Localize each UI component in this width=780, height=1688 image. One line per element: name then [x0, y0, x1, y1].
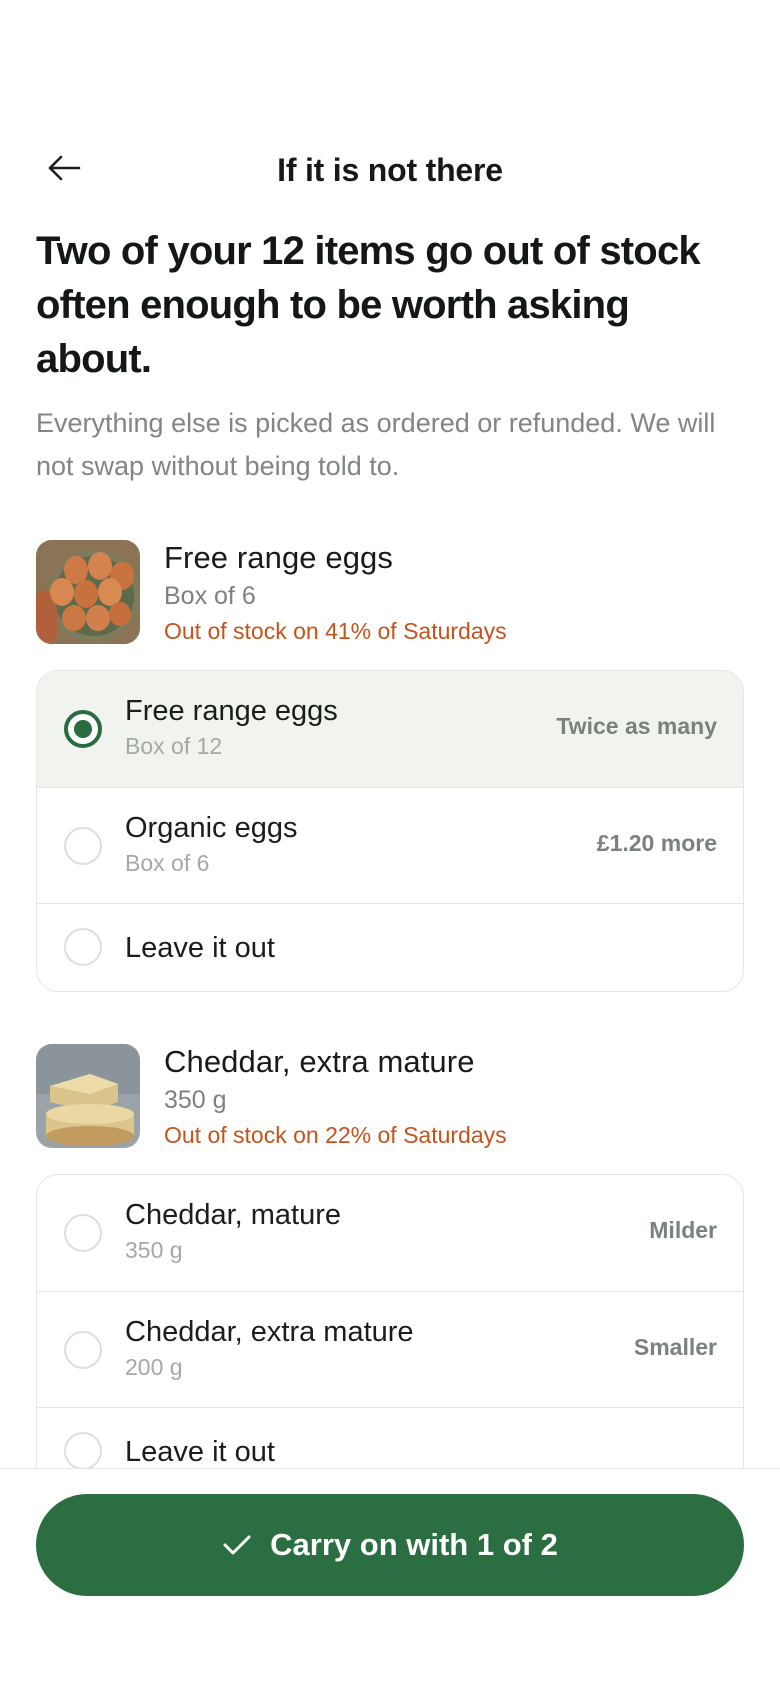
option-name: Leave it out	[125, 1436, 275, 1468]
item-header: Cheddar, extra mature 350 g Out of stock…	[36, 1044, 744, 1164]
option-organic-eggs[interactable]: Organic eggs Box of 6 £1.20 more	[37, 787, 743, 903]
radio-selected[interactable]	[64, 710, 102, 748]
option-name: Organic eggs	[125, 812, 298, 844]
check-icon	[222, 1530, 252, 1560]
top-bar: If it is not there	[0, 138, 780, 202]
option-free-range-eggs-12[interactable]: Free range eggs Box of 12 Twice as many	[37, 671, 743, 787]
cta-label: Carry on with 1 of 2	[270, 1527, 558, 1562]
option-name: Leave it out	[125, 932, 275, 964]
intro-subtext: Everything else is picked as ordered or …	[36, 408, 716, 481]
item-header: Free range eggs Box of 6 Out of stock on…	[36, 540, 744, 660]
option-note: Smaller	[633, 1334, 717, 1360]
option-cheddar-extra-mature-200[interactable]: Cheddar, extra mature 200 g Smaller	[37, 1291, 743, 1407]
eggs-photo	[36, 540, 140, 644]
option-name: Free range eggs	[125, 695, 338, 727]
item-name: Cheddar, extra mature	[164, 1044, 475, 1079]
substitute-options: Cheddar, mature 350 g Milder Cheddar, ex…	[36, 1174, 744, 1468]
option-note: Twice as many	[556, 713, 717, 739]
option-leave-it-out[interactable]: Leave it out	[37, 903, 743, 991]
radio[interactable]	[64, 1331, 102, 1369]
stock-warning: Out of stock on 41% of Saturdays	[164, 618, 507, 644]
item-eggs: Free range eggs Box of 6 Out of stock on…	[36, 540, 744, 992]
option-leave-it-out[interactable]: Leave it out	[37, 1407, 743, 1468]
radio[interactable]	[64, 928, 102, 966]
option-name: Cheddar, extra mature	[125, 1316, 414, 1348]
carry-on-button[interactable]: Carry on with 1 of 2	[36, 1494, 744, 1596]
scroll-area[interactable]: If it is not there Two of your 12 items …	[0, 0, 780, 1468]
option-cheddar-mature[interactable]: Cheddar, mature 350 g Milder	[37, 1175, 743, 1291]
item-cheddar: Cheddar, extra mature 350 g Out of stock…	[36, 1044, 744, 1468]
substitute-options: Free range eggs Box of 12 Twice as many …	[36, 670, 744, 992]
option-note: £1.20 more	[596, 830, 717, 856]
radio[interactable]	[64, 1214, 102, 1252]
headline: Two of your 12 items go out of stock oft…	[36, 229, 701, 381]
option-name: Cheddar, mature	[125, 1199, 342, 1231]
item-name: Free range eggs	[164, 540, 393, 575]
stock-warning: Out of stock on 22% of Saturdays	[164, 1122, 507, 1148]
option-size: Box of 6	[125, 850, 210, 876]
option-size: 200 g	[125, 1354, 183, 1380]
option-size: 350 g	[125, 1237, 183, 1263]
item-size: Box of 6	[164, 582, 256, 610]
option-size: Box of 12	[125, 733, 223, 759]
page-title: If it is not there	[277, 152, 503, 188]
footer-bar: Carry on with 1 of 2	[0, 1468, 780, 1688]
radio[interactable]	[64, 1432, 102, 1468]
item-size: 350 g	[164, 1086, 227, 1114]
substitutions-screen: If it is not there Two of your 12 items …	[0, 0, 780, 1688]
option-note: Milder	[649, 1217, 717, 1243]
radio[interactable]	[64, 827, 102, 865]
cheese-photo	[36, 1044, 140, 1148]
